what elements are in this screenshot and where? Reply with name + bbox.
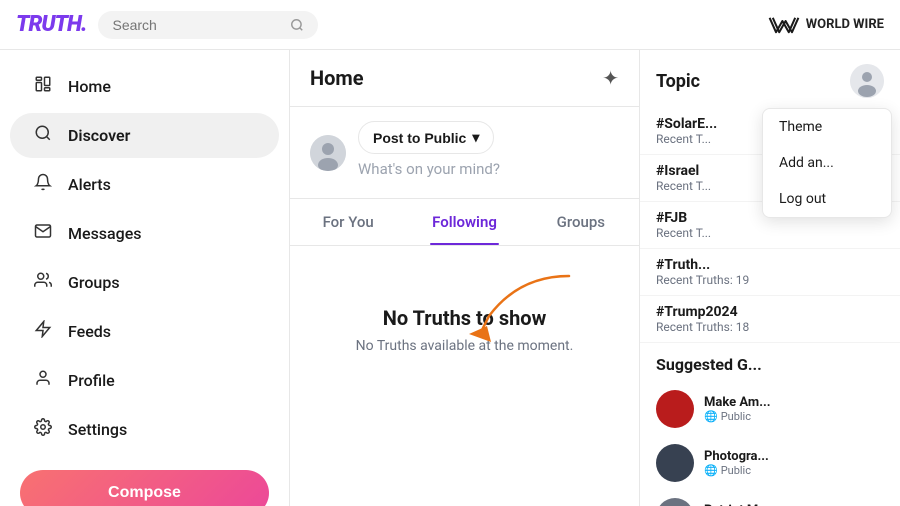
sidebar-label-profile: Profile xyxy=(68,371,115,390)
suggested-avatar-0 xyxy=(656,390,694,428)
search-bar[interactable] xyxy=(98,11,318,39)
sidebar-label-messages: Messages xyxy=(68,224,142,243)
suggested-name-0: Make Am... xyxy=(704,395,884,410)
right-panel: Topic Theme Add an... Log out #SolarE...… xyxy=(640,50,900,506)
topic-name-3: #Truth... xyxy=(656,257,884,273)
tabs: For You Following Groups xyxy=(290,199,639,246)
suggested-type-1: 🌐 Public xyxy=(704,464,884,477)
avatar xyxy=(310,135,346,171)
dropdown-menu: Theme Add an... Log out xyxy=(762,108,892,218)
search-icon xyxy=(290,18,304,32)
sidebar-label-discover: Discover xyxy=(68,126,130,145)
sidebar-item-messages[interactable]: Messages xyxy=(10,211,279,256)
search-input[interactable] xyxy=(112,17,282,33)
topic-item-4[interactable]: #Trump2024 Recent Truths: 18 xyxy=(640,296,900,343)
messages-icon xyxy=(32,222,54,245)
topic-item-3[interactable]: #Truth... Recent Truths: 19 xyxy=(640,249,900,296)
right-panel-header: Topic xyxy=(640,50,900,108)
globe-icon-1: 🌐 xyxy=(704,464,718,477)
dropdown-item-theme[interactable]: Theme xyxy=(763,109,891,145)
suggested-name-1: Photogra... xyxy=(704,449,884,464)
suggested-item-1[interactable]: Photogra... 🌐 Public xyxy=(640,436,900,490)
dropdown-item-logout[interactable]: Log out xyxy=(763,181,891,217)
sidebar-item-profile[interactable]: Profile xyxy=(10,358,279,403)
world-wire-logo: WORLD WIRE xyxy=(768,14,884,36)
groups-icon xyxy=(32,271,54,294)
globe-icon-0: 🌐 xyxy=(704,410,718,423)
suggested-type-0: 🌐 Public xyxy=(704,410,884,423)
discover-icon xyxy=(32,124,54,147)
main-title: Home xyxy=(310,66,364,90)
sidebar-label-alerts: Alerts xyxy=(68,175,111,194)
ww-icon xyxy=(768,14,800,36)
sidebar: Home Discover Alerts Messages Groups xyxy=(0,50,290,506)
sidebar-label-home: Home xyxy=(68,77,111,96)
sidebar-item-discover[interactable]: Discover xyxy=(10,113,279,158)
suggested-item-2[interactable]: Patriot M... 🌐 Public xyxy=(640,490,900,506)
suggested-avatar-2 xyxy=(656,498,694,506)
layout: Home Discover Alerts Messages Groups xyxy=(0,50,900,506)
suggested-item-0[interactable]: Make Am... 🌐 Public xyxy=(640,382,900,436)
empty-state: No Truths to show No Truths available at… xyxy=(290,246,639,414)
sidebar-label-settings: Settings xyxy=(68,420,127,439)
alerts-icon xyxy=(32,173,54,196)
post-bar: Post to Public ▾ What's on your mind? xyxy=(290,107,639,199)
settings-icon xyxy=(32,418,54,441)
topic-sub-4: Recent Truths: 18 xyxy=(656,320,884,334)
header-left: TRUTH. xyxy=(16,11,318,39)
sidebar-item-home[interactable]: Home xyxy=(10,64,279,109)
sidebar-item-alerts[interactable]: Alerts xyxy=(10,162,279,207)
arrow-decoration xyxy=(439,266,579,346)
profile-icon xyxy=(32,369,54,392)
suggested-info-0: Make Am... 🌐 Public xyxy=(704,395,884,423)
sidebar-item-feeds[interactable]: Feeds xyxy=(10,309,279,354)
dropdown-item-add[interactable]: Add an... xyxy=(763,145,891,181)
main-header: Home ✦ xyxy=(290,50,639,107)
tab-following[interactable]: Following xyxy=(406,199,522,245)
header-right: WORLD WIRE xyxy=(768,14,884,36)
feeds-icon xyxy=(32,320,54,343)
post-to-public-button[interactable]: Post to Public ▾ xyxy=(358,121,494,154)
compose-button[interactable]: Compose xyxy=(20,470,269,506)
tab-for-you[interactable]: For You xyxy=(290,199,406,245)
whats-on-mind-text: What's on your mind? xyxy=(358,154,619,184)
plus-icon[interactable]: ✦ xyxy=(602,66,619,90)
suggested-avatar-1 xyxy=(656,444,694,482)
chevron-down-icon: ▾ xyxy=(472,129,479,146)
logo: TRUTH. xyxy=(16,12,86,37)
topic-name-4: #Trump2024 xyxy=(656,304,884,320)
suggested-info-1: Photogra... 🌐 Public xyxy=(704,449,884,477)
user-avatar[interactable] xyxy=(850,64,884,98)
sidebar-label-groups: Groups xyxy=(68,273,120,292)
sidebar-item-groups[interactable]: Groups xyxy=(10,260,279,305)
topic-sub-2: Recent T... xyxy=(656,226,884,240)
suggested-title: Suggested G... xyxy=(640,343,900,382)
right-panel-title: Topic xyxy=(656,71,700,92)
post-to-public-label: Post to Public xyxy=(373,130,466,146)
topic-sub-3: Recent Truths: 19 xyxy=(656,273,884,287)
main-content: Home ✦ Post to Public ▾ What's on your m… xyxy=(290,50,640,506)
header: TRUTH. WORLD WIRE xyxy=(0,0,900,50)
world-wire-label: WORLD WIRE xyxy=(806,17,884,32)
home-icon xyxy=(32,75,54,98)
sidebar-label-feeds: Feeds xyxy=(68,322,111,341)
post-bar-right: Post to Public ▾ What's on your mind? xyxy=(358,121,619,184)
tab-groups[interactable]: Groups xyxy=(523,199,639,245)
sidebar-item-settings[interactable]: Settings xyxy=(10,407,279,452)
